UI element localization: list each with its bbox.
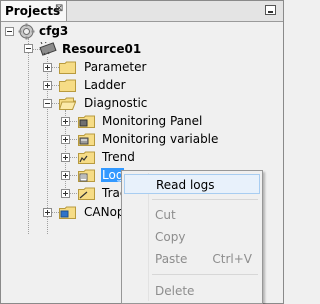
canopen-folder-icon (59, 206, 76, 219)
collapse-toggle-cfg3[interactable] (5, 27, 14, 36)
tree-line (28, 38, 29, 234)
collapse-toggle-diagnostic[interactable] (43, 99, 52, 108)
expand-toggle-monitoring-variable[interactable] (61, 135, 70, 144)
menu-item-label: Copy (155, 230, 186, 244)
tree-node-parameter[interactable]: Parameter (84, 60, 146, 74)
variable-folder-icon (78, 133, 95, 146)
tree-node-monitoring-panel[interactable]: Monitoring Panel (102, 114, 202, 128)
tab-close-icon[interactable]: ⊠ (55, 3, 63, 14)
folder-icon (59, 79, 76, 92)
tree-node-diagnostic[interactable]: Diagnostic (84, 96, 147, 110)
expand-toggle-trace[interactable] (61, 189, 70, 198)
expand-toggle-parameter[interactable] (43, 63, 52, 72)
menu-item-paste[interactable]: Paste Ctrl+V (124, 249, 260, 269)
expand-toggle-trend[interactable] (61, 153, 70, 162)
menu-separator (152, 199, 258, 200)
menu-item-label: Read logs (156, 178, 215, 192)
expand-toggle-monitoring-panel[interactable] (61, 117, 70, 126)
menu-item-copy[interactable]: Copy (124, 227, 260, 247)
folder-icon (59, 61, 76, 74)
menu-item-shortcut: Ctrl+V (212, 252, 252, 266)
log-folder-icon (78, 169, 95, 182)
expand-toggle-logs[interactable] (61, 171, 70, 180)
minimize-icon[interactable] (265, 5, 276, 15)
trend-folder-icon (78, 151, 95, 164)
panel-folder-icon (78, 115, 95, 128)
open-folder-icon (59, 97, 76, 110)
panel-tab-bar: Projects ⊠ (1, 1, 283, 22)
trace-folder-icon (78, 187, 95, 200)
tree-node-monitoring-variable[interactable]: Monitoring variable (102, 132, 218, 146)
menu-item-label: Delete (155, 284, 195, 298)
tab-projects-label: Projects (5, 4, 61, 18)
collapse-toggle-resource[interactable] (24, 44, 33, 53)
tree-node-resource01[interactable]: Resource01 (62, 42, 141, 56)
tree-node-cfg3[interactable]: cfg3 (39, 24, 68, 38)
menu-item-label: Paste (155, 252, 188, 266)
tree-node-ladder[interactable]: Ladder (84, 78, 126, 92)
menu-separator (152, 274, 258, 275)
tab-projects[interactable]: Projects ⊠ (1, 1, 67, 21)
menu-item-delete[interactable]: Delete (124, 281, 260, 301)
menu-item-label: Cut (155, 208, 176, 222)
projects-panel: Projects ⊠ cfg3 Resource01 Parameter Lad… (0, 0, 284, 304)
expand-toggle-canopen[interactable] (43, 208, 52, 217)
expand-toggle-ladder[interactable] (43, 81, 52, 90)
menu-item-read-logs[interactable]: Read logs (124, 174, 260, 194)
chip-icon (39, 42, 57, 56)
menu-item-cut[interactable]: Cut (124, 205, 260, 225)
tree-node-trend[interactable]: Trend (102, 150, 135, 164)
context-menu: Read logs Cut Copy Paste Ctrl+V Delete (121, 170, 263, 304)
gear-icon (18, 23, 35, 40)
